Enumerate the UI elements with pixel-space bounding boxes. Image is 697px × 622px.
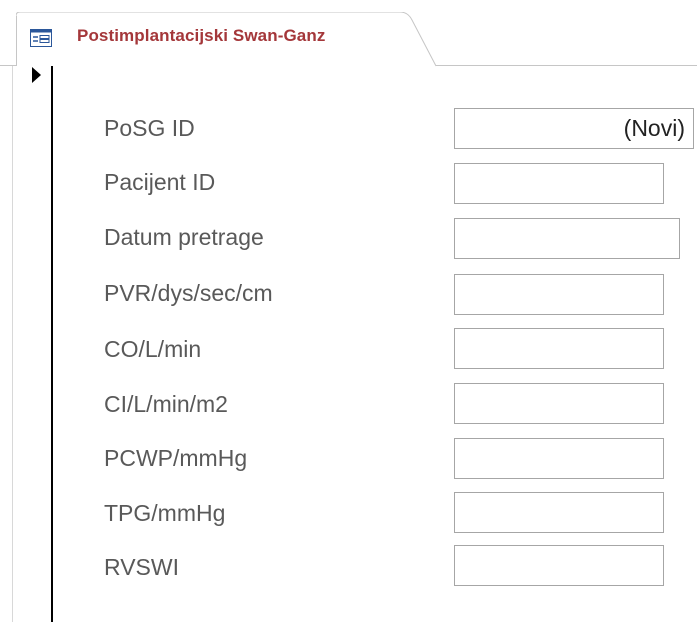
current-record-pointer-icon	[32, 67, 41, 83]
pacijent-id-field[interactable]	[454, 163, 664, 204]
tpg-field[interactable]	[454, 492, 664, 533]
record-selector-bar[interactable]	[51, 66, 53, 622]
label-pcwp: PCWP/mmHg	[104, 445, 248, 471]
label-posg-id: PoSG ID	[104, 115, 195, 141]
label-tpg: TPG/mmHg	[104, 500, 226, 526]
datum-pretrage-field[interactable]	[454, 218, 680, 259]
form-view: Postimplantacijski Swan-Ganz PoSG ID Pac…	[0, 0, 697, 622]
ci-field[interactable]	[454, 383, 664, 424]
pcwp-field[interactable]	[454, 438, 664, 479]
form-icon	[30, 29, 52, 47]
pvr-field[interactable]	[454, 274, 664, 315]
label-rvswi: RVSWI	[104, 554, 179, 580]
document-tab-strip: Postimplantacijski Swan-Ganz	[0, 0, 697, 67]
label-pacijent-id: Pacijent ID	[104, 169, 216, 195]
label-ci: CI/L/min/m2	[104, 391, 228, 417]
posg-id-field[interactable]	[454, 108, 694, 149]
form-left-border	[12, 66, 13, 622]
tab-title: Postimplantacijski Swan-Ganz	[77, 26, 326, 45]
label-pvr: PVR/dys/sec/cm	[104, 280, 273, 306]
label-datum-pretrage: Datum pretrage	[104, 224, 264, 250]
label-co: CO/L/min	[104, 336, 202, 362]
rvswi-field[interactable]	[454, 545, 664, 586]
tab-postimplantacijski-swan-ganz[interactable]: Postimplantacijski Swan-Ganz	[16, 12, 436, 67]
co-field[interactable]	[454, 328, 664, 369]
